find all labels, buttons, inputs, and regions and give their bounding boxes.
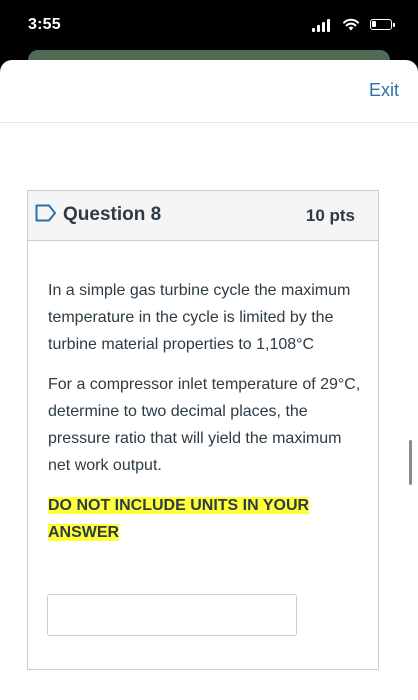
question-instruction: DO NOT INCLUDE UNITS IN YOUR ANSWER xyxy=(48,492,363,546)
question-points: 10 pts xyxy=(305,206,355,225)
flag-icon[interactable] xyxy=(35,204,57,222)
question-card: Question 8 10 pts In a simple gas turbin… xyxy=(27,190,379,670)
question-text-paragraph: In a simple gas turbine cycle the maximu… xyxy=(48,282,351,353)
answer-input[interactable] xyxy=(47,594,297,636)
question-body: In a simple gas turbine cycle the maximu… xyxy=(48,277,363,559)
scrollbar[interactable] xyxy=(409,440,412,485)
top-bar: Exit xyxy=(0,60,418,123)
exit-link[interactable]: Exit xyxy=(369,80,399,101)
status-time: 3:55 xyxy=(28,16,61,33)
question-title: Question 8 xyxy=(63,204,162,225)
battery-icon xyxy=(370,19,395,30)
cellular-signal-icon xyxy=(312,18,332,32)
question-text-paragraph: For a compressor inlet temperature of 29… xyxy=(48,376,361,474)
highlighted-instruction: DO NOT INCLUDE UNITS IN YOUR ANSWER xyxy=(48,497,310,541)
wifi-icon xyxy=(343,18,359,31)
quiz-sheet: Exit Question 8 10 pts In a simple gas t… xyxy=(0,60,418,700)
question-header: Question 8 10 pts xyxy=(28,191,378,241)
status-bar: 3:55 xyxy=(0,0,418,52)
